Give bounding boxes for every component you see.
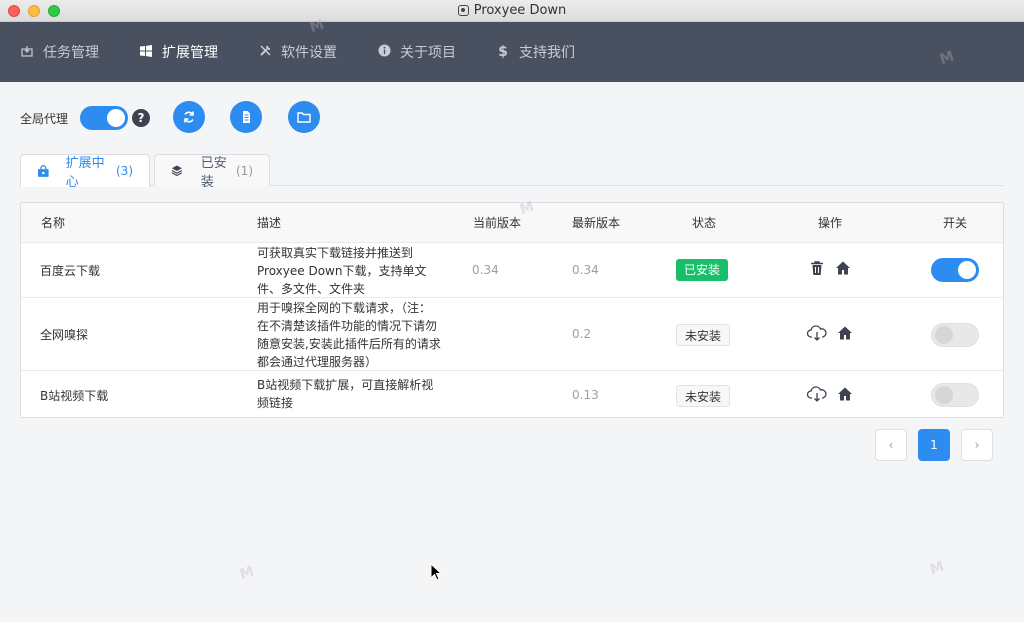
close-window-button[interactable] [8, 5, 20, 17]
current-version: 0.34 [472, 263, 499, 277]
col-latest-version-header: 最新版本 [572, 216, 621, 230]
col-desc-header: 描述 [257, 216, 282, 230]
col-name-header: 名称 [41, 216, 66, 230]
status-badge: 未安装 [676, 324, 731, 346]
extension-desc: 可获取真实下载链接并推送到Proxyee Down下载，支持单文件、多文件、文件… [257, 246, 427, 296]
tab-count: (1) [236, 163, 253, 178]
status-badge: 已安装 [676, 259, 729, 281]
extension-name: 全网嗅探 [40, 328, 89, 342]
status-badge: 未安装 [676, 385, 731, 407]
tab-label: 扩展中心 [65, 156, 105, 190]
mouse-cursor-icon [430, 563, 442, 581]
nav-item-label: 任务管理 [43, 45, 99, 61]
nav-item-about[interactable]: 关于项目 [377, 22, 456, 82]
table-row: 全网嗅探 用于嗅探全网的下载请求，（注：在不清楚该插件功能的情况下请勿随意安装,… [21, 298, 1003, 371]
tab-extension-center[interactable]: 扩展中心 (3) [20, 154, 150, 190]
tab-count: (3) [116, 164, 133, 178]
nav-item-tasks[interactable]: 任务管理 [20, 22, 99, 82]
nav-item-label: 扩展管理 [162, 45, 218, 61]
folder-icon [297, 112, 311, 123]
dollar-icon: $ [498, 44, 508, 60]
main-nav: 任务管理 扩展管理 软件设置 关于项目 $ 支持我们 [0, 22, 1024, 82]
global-proxy-label: 全局代理 [20, 111, 69, 126]
refresh-button[interactable] [173, 101, 205, 133]
global-proxy-switch[interactable] [80, 106, 129, 130]
extension-desc: 用于嗅探全网的下载请求，（注：在不清楚该插件功能的情况下请勿随意安装,安装此插件… [257, 301, 441, 369]
home-icon[interactable] [837, 325, 853, 341]
clipboard-icon [243, 111, 250, 123]
nav-item-label: 支持我们 [519, 45, 575, 61]
table-row: B站视频下载 B站视频下载扩展，可直接解析视频链接 0.13 未安装 [21, 371, 1003, 417]
col-current-version-header: 当前版本 [473, 216, 522, 230]
layers-icon [171, 165, 183, 177]
latest-version: 0.2 [572, 327, 592, 341]
window-titlebar: Proxyee Down [0, 0, 1024, 22]
windows-icon [139, 44, 153, 60]
extension-name: 百度云下载 [40, 264, 101, 278]
traffic-lights [8, 5, 60, 17]
extension-switch[interactable] [931, 258, 979, 282]
extension-desc: B站视频下载扩展，可直接解析视频链接 [257, 378, 434, 410]
info-icon [377, 44, 391, 60]
extension-tabs: 扩展中心 (3) 已安装 (1) [20, 154, 1004, 190]
row-actions [809, 260, 857, 276]
prev-page-button[interactable]: ‹ [875, 429, 907, 461]
refresh-icon [184, 111, 194, 123]
extensions-table: 名称 描述 当前版本 最新版本 状态 操作 开关 百度云下载 可获取真实下载链接… [20, 202, 1004, 418]
home-icon[interactable] [837, 386, 853, 402]
nav-item-label: 软件设置 [281, 45, 337, 61]
nav-item-settings[interactable]: 软件设置 [258, 22, 337, 82]
extension-name: B站视频下载 [40, 389, 109, 403]
latest-version: 0.34 [572, 263, 599, 277]
tab-installed[interactable]: 已安装 (1) [154, 154, 270, 190]
download-box-icon [20, 45, 34, 60]
latest-version: 0.13 [572, 388, 599, 402]
table-row: 百度云下载 可获取真实下载链接并推送到Proxyee Down下载，支持单文件、… [21, 243, 1003, 298]
cloud-download-icon[interactable] [807, 386, 827, 402]
page-1-button[interactable]: 1 [918, 429, 950, 461]
zoom-window-button[interactable] [48, 5, 60, 17]
table-header: 名称 描述 当前版本 最新版本 状态 操作 开关 [21, 203, 1003, 243]
open-folder-button[interactable] [288, 101, 320, 133]
extension-switch[interactable] [931, 383, 979, 407]
next-page-button[interactable]: › [961, 429, 993, 461]
switch-knob [935, 326, 953, 344]
cloud-download-icon[interactable] [807, 325, 827, 341]
nav-item-support[interactable]: $ 支持我们 [496, 22, 575, 82]
nav-item-extensions[interactable]: 扩展管理 [139, 22, 218, 82]
watermark: M [237, 562, 259, 584]
col-status-header: 状态 [692, 216, 717, 230]
switch-knob [935, 386, 953, 404]
copy-button[interactable] [230, 101, 262, 133]
tools-icon [258, 44, 272, 60]
window-title: Proxyee Down [473, 3, 567, 18]
shop-bag-icon [37, 164, 49, 177]
tab-label: 已安装 [200, 155, 227, 190]
row-actions [807, 325, 859, 341]
row-actions [807, 386, 859, 402]
toolbar: 全局代理 ? [20, 101, 340, 135]
col-actions-header: 操作 [818, 216, 843, 230]
col-switch-header: 开关 [943, 216, 968, 230]
watermark: M [927, 557, 949, 579]
nav-item-label: 关于项目 [400, 45, 456, 61]
trash-icon[interactable] [809, 260, 825, 276]
app-logo-icon [457, 5, 469, 16]
window-title-wrap: Proxyee Down [457, 3, 567, 18]
switch-knob [107, 109, 126, 127]
home-icon[interactable] [835, 260, 851, 276]
minimize-window-button[interactable] [28, 5, 40, 17]
help-icon[interactable]: ? [132, 109, 151, 127]
switch-knob [958, 261, 976, 279]
extension-switch[interactable] [931, 323, 979, 347]
